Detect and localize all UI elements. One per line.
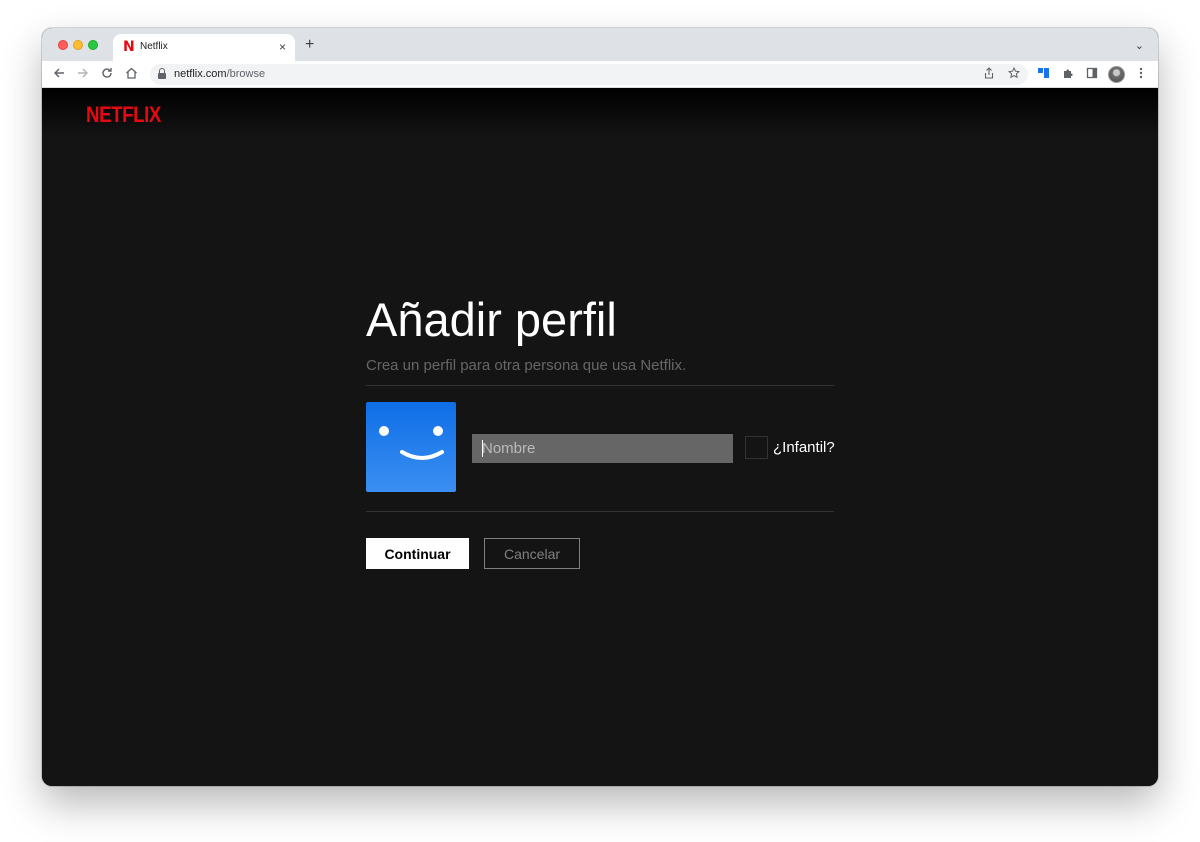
avatar-right-eye-icon [433,426,443,436]
tab-netflix[interactable]: N Netflix × [113,34,295,61]
cancel-button[interactable]: Cancelar [484,538,580,569]
url-host: netflix.com [174,68,227,80]
avatar[interactable] [1108,66,1125,83]
star-icon[interactable] [1007,66,1021,82]
add-profile-panel: Añadir perfil Crea un perfil para otra p… [366,293,835,569]
window-maximize-button[interactable] [88,40,98,50]
window-minimize-button[interactable] [73,40,83,50]
extension-icon[interactable] [1036,67,1052,83]
profile-name-input[interactable] [472,434,733,463]
window-close-button[interactable] [58,40,68,50]
browser-window: N Netflix × + ⌄ netflix.com/browse NETFL… [42,28,1158,786]
browser-toolbar: netflix.com/browse [42,61,1158,88]
back-icon[interactable] [51,67,67,83]
header [42,88,1158,138]
divider-bottom [366,511,834,512]
share-icon[interactable] [984,67,994,82]
text-cursor [482,440,483,457]
url-text: netflix.com/browse [174,68,265,80]
kids-label[interactable]: ¿Infantil? [773,439,835,456]
netflix-logo[interactable]: NETFLIX [86,102,161,128]
netflix-favicon-icon: N [123,39,135,55]
page-subtitle: Crea un perfil para otra persona que usa… [366,357,687,374]
continue-button[interactable]: Continuar [366,538,469,569]
page-title: Añadir perfil [366,293,617,346]
profile-avatar[interactable] [366,402,456,492]
new-tab-button[interactable]: + [305,37,314,53]
netflix-page: NETFLIX Añadir perfil Crea un perfil par… [42,88,1158,786]
divider-top [366,385,834,386]
tab-close-icon[interactable]: × [279,40,286,54]
tab-title: Netflix [140,41,168,52]
reload-icon[interactable] [99,67,115,83]
lock-icon[interactable] [158,68,166,79]
tab-search-icon[interactable]: ⌄ [1135,39,1144,52]
kids-checkbox[interactable] [745,436,768,459]
more-icon[interactable] [1133,67,1149,83]
home-icon[interactable] [123,67,139,83]
puzzle-icon[interactable] [1060,67,1076,83]
avatar-left-eye-icon [379,426,389,436]
sidepanel-icon[interactable] [1084,67,1100,83]
address-bar[interactable]: netflix.com/browse [150,64,1028,85]
avatar-smile-icon [400,450,444,460]
forward-icon[interactable] [75,67,91,83]
url-path: /browse [226,68,266,80]
tab-strip: N Netflix × + ⌄ [42,28,1158,61]
